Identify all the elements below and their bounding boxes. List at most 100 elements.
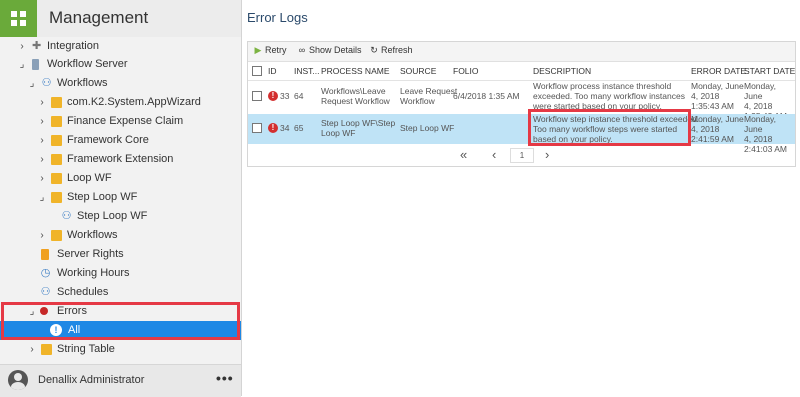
tree-item-workflows[interactable]: ⌟ ⚇ Workflows xyxy=(0,74,241,93)
folder-icon xyxy=(51,154,62,165)
chevron-right-icon[interactable]: › xyxy=(37,112,47,131)
column-inst[interactable]: INST... xyxy=(294,66,320,76)
chevron-right-icon[interactable]: › xyxy=(17,37,27,56)
folder-icon xyxy=(51,135,62,146)
cell-line: exceeded. Too many workflow instances xyxy=(533,91,685,101)
retry-label: Retry xyxy=(265,45,287,55)
cell-error-date: Monday, June 4, 2018 2:41:59 AM xyxy=(691,114,744,144)
cell-line: Loop WF xyxy=(321,128,356,138)
tree-item-errors-all[interactable]: ! All xyxy=(0,321,241,340)
tree-item-framework-extension[interactable]: › Framework Extension xyxy=(0,150,241,169)
chevron-right-icon[interactable]: › xyxy=(37,226,47,245)
tree-item-server-rights[interactable]: Server Rights xyxy=(0,245,241,264)
chevron-expanded-icon[interactable]: ⌟ xyxy=(27,74,37,93)
select-all-checkbox[interactable] xyxy=(252,66,262,76)
cell-process: Step Loop WF\Step Loop WF xyxy=(321,118,395,138)
sidebar-title: Management xyxy=(49,8,149,27)
chevron-right-icon[interactable]: › xyxy=(37,93,47,112)
chevron-right-icon[interactable]: › xyxy=(37,169,47,188)
cell-description: Workflow step instance threshold exceede… xyxy=(533,114,699,144)
tree-item-string-table[interactable]: › String Table xyxy=(0,340,241,359)
cell-id: 34 xyxy=(280,123,290,133)
next-page-button[interactable]: › xyxy=(545,147,549,162)
show-details-label: Show Details xyxy=(309,45,362,55)
tree-item-label: All xyxy=(68,324,81,336)
cell-line: Leave Request xyxy=(400,86,458,96)
tree-item-step-loop-wf-folder[interactable]: ⌟ Step Loop WF xyxy=(0,188,241,207)
chevron-expanded-icon[interactable]: ⌟ xyxy=(17,55,27,74)
user-name: Denallix Administrator xyxy=(38,374,145,386)
cell-id: 33 xyxy=(280,91,290,101)
retry-button[interactable]: ▶ Retry xyxy=(253,45,287,56)
refresh-button[interactable]: ↻ Refresh xyxy=(369,45,412,56)
tree-item-workflow-server[interactable]: ⌟ Workflow Server xyxy=(0,55,241,74)
folder-icon xyxy=(51,192,62,203)
table-row-selected[interactable]: ! 34 65 Step Loop WF\Step Loop WF Step L… xyxy=(248,114,795,154)
cell-line: Workflow xyxy=(400,96,435,106)
clock-icon: ◷ xyxy=(40,267,51,279)
column-error-date[interactable]: ERROR DATE xyxy=(691,66,746,76)
tree-item-workflows-folder[interactable]: › Workflows xyxy=(0,226,241,245)
table-row[interactable]: ! 33 64 Workflows\Leave Request Workflow… xyxy=(248,81,795,121)
column-description[interactable]: DESCRIPTION xyxy=(533,66,591,76)
tree-item-appwizard[interactable]: › com.K2.System.AppWizard xyxy=(0,93,241,112)
chevron-expanded-icon[interactable]: ⌟ xyxy=(27,302,37,321)
chevron-right-icon[interactable]: › xyxy=(37,131,47,150)
avatar[interactable] xyxy=(8,370,28,390)
binoculars-icon: ∞ xyxy=(298,45,306,55)
tree-item-label: Working Hours xyxy=(57,267,130,279)
tree-item-label: Workflow Server xyxy=(47,58,128,70)
first-page-button[interactable]: « xyxy=(460,147,467,162)
tree-item-label: Framework Extension xyxy=(67,153,174,165)
column-folio[interactable]: FOLIO xyxy=(453,66,479,76)
row-checkbox[interactable] xyxy=(252,123,262,133)
tree-item-integration[interactable]: › ✚ Integration xyxy=(0,37,241,56)
chevron-right-icon[interactable]: › xyxy=(27,340,37,359)
tree-item-label: com.K2.System.AppWizard xyxy=(67,96,201,108)
toolbar: ▶ Retry ∞ Show Details ↻ Refresh xyxy=(248,42,795,62)
more-options-icon[interactable]: ••• xyxy=(216,370,234,386)
cell-line: 4, 2018 xyxy=(691,91,720,101)
tree-item-loop-wf[interactable]: › Loop WF xyxy=(0,169,241,188)
show-details-button[interactable]: ∞ Show Details xyxy=(297,45,362,55)
tree-item-working-hours[interactable]: ◷ Working Hours xyxy=(0,264,241,283)
column-source[interactable]: SOURCE xyxy=(400,66,436,76)
tree-item-label: Server Rights xyxy=(57,248,124,260)
tree-item-label: Loop WF xyxy=(67,172,112,184)
row-checkbox[interactable] xyxy=(252,91,262,101)
folder-icon xyxy=(51,116,62,127)
tree-item-schedules[interactable]: ⚇ Schedules xyxy=(0,283,241,302)
cell-line: Workflows\Leave xyxy=(321,86,386,96)
tree-item-label: Integration xyxy=(47,40,99,52)
error-icon xyxy=(40,307,48,315)
column-start-date[interactable]: START DATE xyxy=(744,66,795,76)
app-logo[interactable] xyxy=(0,0,37,37)
schedule-icon: ⚇ xyxy=(40,286,51,298)
column-process-name[interactable]: PROCESS NAME xyxy=(321,66,390,76)
chevron-expanded-icon[interactable]: ⌟ xyxy=(37,188,47,207)
pagination: « ‹ 1 › xyxy=(248,145,795,165)
cell-inst: 65 xyxy=(294,123,304,133)
tree-item-errors[interactable]: ⌟ Errors xyxy=(0,302,241,321)
cell-line: Monday, June xyxy=(744,114,776,134)
tree-item-step-loop-wf[interactable]: ⚇ Step Loop WF xyxy=(0,207,241,226)
page-number-input[interactable]: 1 xyxy=(510,148,534,163)
play-icon: ▶ xyxy=(254,45,262,55)
cell-line: based on your policy. xyxy=(533,134,613,144)
puzzle-icon: ✚ xyxy=(32,40,42,52)
cell-error-date: Monday, June 4, 2018 1:35:43 AM xyxy=(691,81,744,111)
tree-item-framework-core[interactable]: › Framework Core xyxy=(0,131,241,150)
workflow-icon: ⚇ xyxy=(61,210,72,222)
column-id[interactable]: ID xyxy=(268,66,277,76)
chevron-right-icon[interactable]: › xyxy=(37,150,47,169)
cell-line: were started based on your policy. xyxy=(533,101,662,111)
user-footer: Denallix Administrator ••• xyxy=(0,364,241,397)
cell-line: 4, 2018 xyxy=(744,134,773,144)
tree-item-finance-expense-claim[interactable]: › Finance Expense Claim xyxy=(0,112,241,131)
folder-icon xyxy=(51,173,62,184)
prev-page-button[interactable]: ‹ xyxy=(492,147,496,162)
cell-line: Too many workflow steps were started xyxy=(533,124,678,134)
folder-icon xyxy=(41,344,52,355)
cell-source: Step Loop WF xyxy=(400,123,455,133)
tree-item-label: Schedules xyxy=(57,286,109,298)
